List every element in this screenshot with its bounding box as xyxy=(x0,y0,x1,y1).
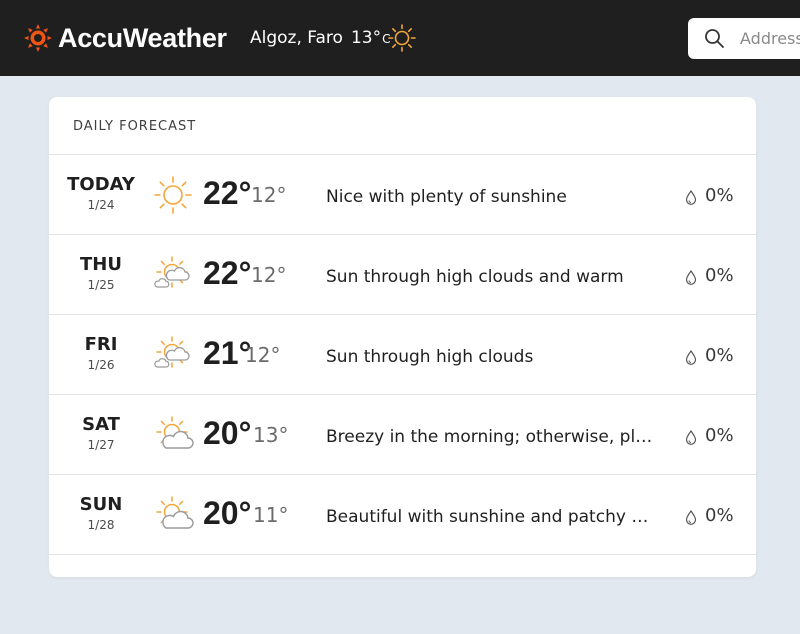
raindrop-icon xyxy=(685,190,697,205)
low-temp: 12° xyxy=(251,263,287,287)
accuweather-logo-icon[interactable] xyxy=(24,24,52,52)
search-input[interactable] xyxy=(740,18,800,59)
sun-high-clouds-icon xyxy=(152,254,194,296)
weather-phrase: Sun through high clouds xyxy=(326,347,534,367)
raindrop-icon xyxy=(685,350,697,365)
precip-chance: 0% xyxy=(705,505,734,526)
search-box[interactable] xyxy=(688,18,800,59)
partly-sunny-icon xyxy=(152,494,194,536)
day-date: 1/28 xyxy=(87,518,115,532)
forecast-row-sun[interactable]: SUN 1/28 20° 11° Beautiful with sunshine… xyxy=(49,474,756,554)
precip-chance: 0% xyxy=(705,425,734,446)
day-name: SAT xyxy=(82,414,120,435)
low-temp: 13° xyxy=(253,423,289,447)
precip-chance: 0% xyxy=(705,185,734,206)
day-name: SUN xyxy=(79,494,123,515)
high-temp: 22° xyxy=(203,255,252,291)
day-date: 1/26 xyxy=(87,358,115,372)
weather-phrase: Sun through high clouds and warm xyxy=(326,267,624,287)
day-name: THU xyxy=(80,254,122,275)
raindrop-icon xyxy=(685,510,697,525)
day-name: FRI xyxy=(84,334,118,355)
forecast-row-thu[interactable]: THU 1/25 22° 12° Sun through high clouds… xyxy=(49,234,756,314)
location-name[interactable]: Algoz, Faro xyxy=(250,28,343,48)
forecast-row-next[interactable] xyxy=(49,554,756,634)
precip-chance: 0% xyxy=(705,265,734,286)
current-temp: 13° xyxy=(350,28,382,48)
card-title: DAILY FORECAST xyxy=(73,119,197,134)
raindrop-icon xyxy=(685,430,697,445)
search-icon[interactable] xyxy=(704,28,725,49)
day-date: 1/27 xyxy=(87,438,115,452)
day-date: 1/25 xyxy=(87,278,115,292)
partly-sunny-icon xyxy=(152,414,194,456)
high-temp: 22° xyxy=(203,175,252,211)
weather-phrase: Nice with plenty of sunshine xyxy=(326,187,567,207)
forecast-row-fri[interactable]: FRI 1/26 21° 12° Sun through high clouds… xyxy=(49,314,756,394)
day-name: TODAY xyxy=(67,174,135,195)
forecast-row-sat[interactable]: SAT 1/27 20° 13° Breezy in the morning; … xyxy=(49,394,756,474)
daily-forecast-card: DAILY FORECAST TODAY 1/24 22° 12° Nice w… xyxy=(49,97,756,577)
sun-icon xyxy=(154,176,192,214)
top-header: AccuWeather Algoz, Faro 13°C xyxy=(0,0,800,76)
sun-high-clouds-icon xyxy=(152,334,194,376)
high-temp: 20° xyxy=(203,415,252,451)
low-temp: 11° xyxy=(253,503,289,527)
brand-name[interactable]: AccuWeather xyxy=(58,20,227,56)
raindrop-icon xyxy=(685,270,697,285)
current-location[interactable]: Algoz, Faro 13°C xyxy=(250,26,390,51)
high-temp: 20° xyxy=(203,495,252,531)
low-temp: 12° xyxy=(245,343,281,367)
low-temp: 12° xyxy=(251,183,287,207)
sun-icon xyxy=(388,24,416,52)
weather-phrase: Breezy in the morning; otherwise, plea… xyxy=(326,427,656,447)
forecast-row-today[interactable]: TODAY 1/24 22° 12° Nice with plenty of s… xyxy=(49,154,756,234)
precip-chance: 0% xyxy=(705,345,734,366)
weather-phrase: Beautiful with sunshine and patchy cl… xyxy=(326,507,656,527)
day-date: 1/24 xyxy=(87,198,115,212)
forecast-list: TODAY 1/24 22° 12° Nice with plenty of s… xyxy=(49,154,756,634)
